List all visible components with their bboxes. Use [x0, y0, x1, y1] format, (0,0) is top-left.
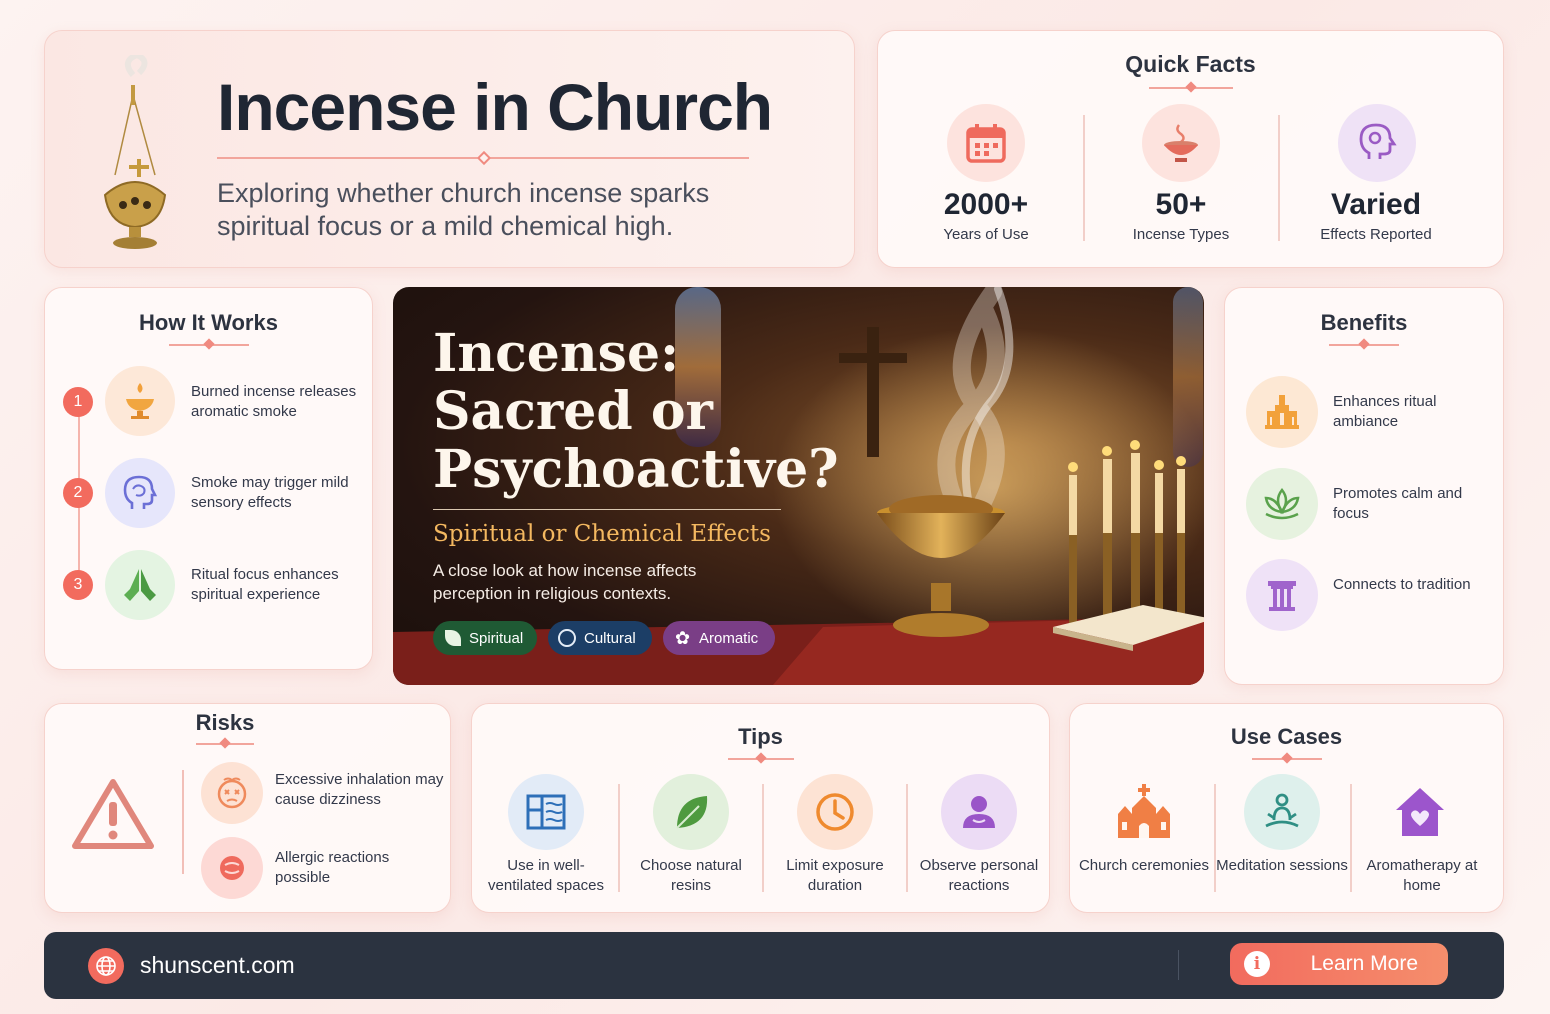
tag-label: Cultural	[584, 629, 636, 647]
censer-icon	[103, 55, 167, 249]
church-icon	[1118, 784, 1170, 838]
step-number-badge: 1	[63, 387, 93, 417]
step-text: Burned incense releases aromatic smoke	[191, 383, 357, 420]
leaf-icon	[653, 774, 729, 850]
footer-url-link[interactable]: shunscent.com	[140, 952, 295, 979]
tips-card: Tips Use in well-ventilated spaces Choos…	[471, 703, 1050, 913]
benefit-text: Enhances ritual ambiance	[1333, 393, 1437, 430]
tag-spiritual[interactable]: Spiritual	[433, 621, 537, 655]
divider	[1148, 87, 1233, 89]
pillar-icon	[1246, 559, 1318, 631]
benefit-text: Connects to tradition	[1333, 576, 1471, 593]
leaf-icon	[445, 630, 461, 646]
tip-text: Observe personal reactions	[919, 857, 1039, 894]
head-profile-icon	[1338, 104, 1416, 182]
window-icon	[508, 774, 584, 850]
fact-value: Varied	[1330, 188, 1422, 221]
fact-label: Incense Types	[1132, 226, 1230, 243]
use-cases-title: Use Cases	[1230, 724, 1343, 749]
brain-head-icon	[105, 458, 175, 528]
divider	[1329, 344, 1399, 346]
info-icon: i	[1244, 951, 1270, 977]
divider	[168, 344, 249, 346]
step-number-badge: 3	[63, 570, 93, 600]
benefits-title: Benefits	[1320, 310, 1408, 335]
use-case-text: Aromatherapy at home	[1366, 857, 1478, 894]
separator	[762, 784, 764, 892]
calendar-icon	[947, 104, 1025, 182]
allergy-icon	[201, 837, 263, 899]
use-case-text: Church ceremonies	[1078, 857, 1210, 874]
title-card: Incense in Church Exploring whether chur…	[44, 30, 855, 268]
hero-description: A close look at how incense affects perc…	[433, 561, 697, 603]
risk-text: Allergic reactions possible	[275, 849, 390, 886]
hero-divider	[433, 509, 781, 510]
fact-value: 2000+	[943, 188, 1029, 221]
tip-text: Limit exposure duration	[786, 857, 884, 894]
home-icon	[1396, 788, 1444, 836]
tips-title: Tips	[738, 724, 783, 749]
clock-icon	[797, 774, 873, 850]
learn-more-label: Learn More	[1310, 952, 1418, 975]
tip-text: Use in well-ventilated spaces	[488, 857, 604, 894]
step-text: Ritual focus enhances spiritual experien…	[191, 566, 339, 603]
risk-line	[182, 770, 184, 874]
divider	[1251, 758, 1322, 760]
tag-cultural[interactable]: Cultural	[548, 621, 652, 655]
benefit-text: Promotes calm and focus	[1333, 485, 1463, 522]
incense-bowl-icon	[1142, 104, 1220, 182]
footer-bar: shunscent.com i Learn More	[44, 932, 1504, 999]
step-text: Smoke may trigger mild sensory effects	[191, 474, 349, 511]
hero-subtitle: Spiritual or Chemical Effects	[433, 521, 771, 547]
burner-icon	[105, 366, 175, 436]
meditation-icon	[1244, 774, 1320, 850]
lotus-icon	[1246, 468, 1318, 540]
tip-text: Choose natural resins	[640, 857, 742, 894]
page-subtitle: Exploring whether church incense sparks …	[217, 178, 710, 241]
risk-text: Excessive inhalation may cause dizziness	[275, 771, 444, 808]
separator	[1083, 115, 1085, 241]
step-number-badge: 2	[63, 478, 93, 508]
separator	[1178, 950, 1179, 980]
use-cases-card: Use Cases Church ceremonies Meditation s…	[1069, 703, 1504, 913]
fact-value: 50+	[1155, 188, 1207, 221]
risks-card: Risks Excessive inhalation may cause diz…	[44, 703, 451, 913]
tag-label: Spiritual	[469, 629, 524, 647]
how-it-works-card: How It Works 1 Burned incense releases a…	[44, 287, 373, 670]
person-icon	[941, 774, 1017, 850]
separator	[1278, 115, 1280, 241]
separator	[906, 784, 908, 892]
separator	[618, 784, 620, 892]
divider	[196, 743, 254, 745]
fact-label: Years of Use	[943, 226, 1029, 243]
page-title: Incense in Church	[217, 70, 773, 144]
tag-aromatic[interactable]: ✿ Aromatic	[663, 621, 775, 655]
quick-facts-card: Quick Facts 2000+ Years of Use 50+ Incen…	[877, 30, 1504, 268]
learn-more-button[interactable]: i Learn More	[1230, 943, 1448, 985]
quick-facts-title: Quick Facts	[1125, 51, 1256, 77]
globe-icon	[558, 629, 576, 647]
hero-banner: Incense: Sacred or Psychoactive? Spiritu…	[393, 287, 1204, 685]
risks-title: Risks	[195, 710, 255, 735]
use-case-text: Meditation sessions	[1216, 857, 1348, 874]
warning-icon	[72, 779, 154, 849]
temple-icon	[1246, 376, 1318, 448]
praying-hands-icon	[105, 550, 175, 620]
divider-diamond-icon	[476, 150, 492, 166]
globe-icon	[88, 948, 124, 984]
divider	[727, 758, 794, 760]
hero-title: Incense: Sacred or Psychoactive?	[433, 323, 839, 500]
how-it-works-title: How It Works	[139, 310, 278, 335]
tag-label: Aromatic	[699, 629, 759, 647]
benefits-card: Benefits Enhances ritual ambiance Promot…	[1224, 287, 1504, 685]
flower-icon: ✿	[675, 628, 691, 648]
dizzy-face-icon	[201, 762, 263, 824]
fact-label: Effects Reported	[1320, 226, 1432, 243]
